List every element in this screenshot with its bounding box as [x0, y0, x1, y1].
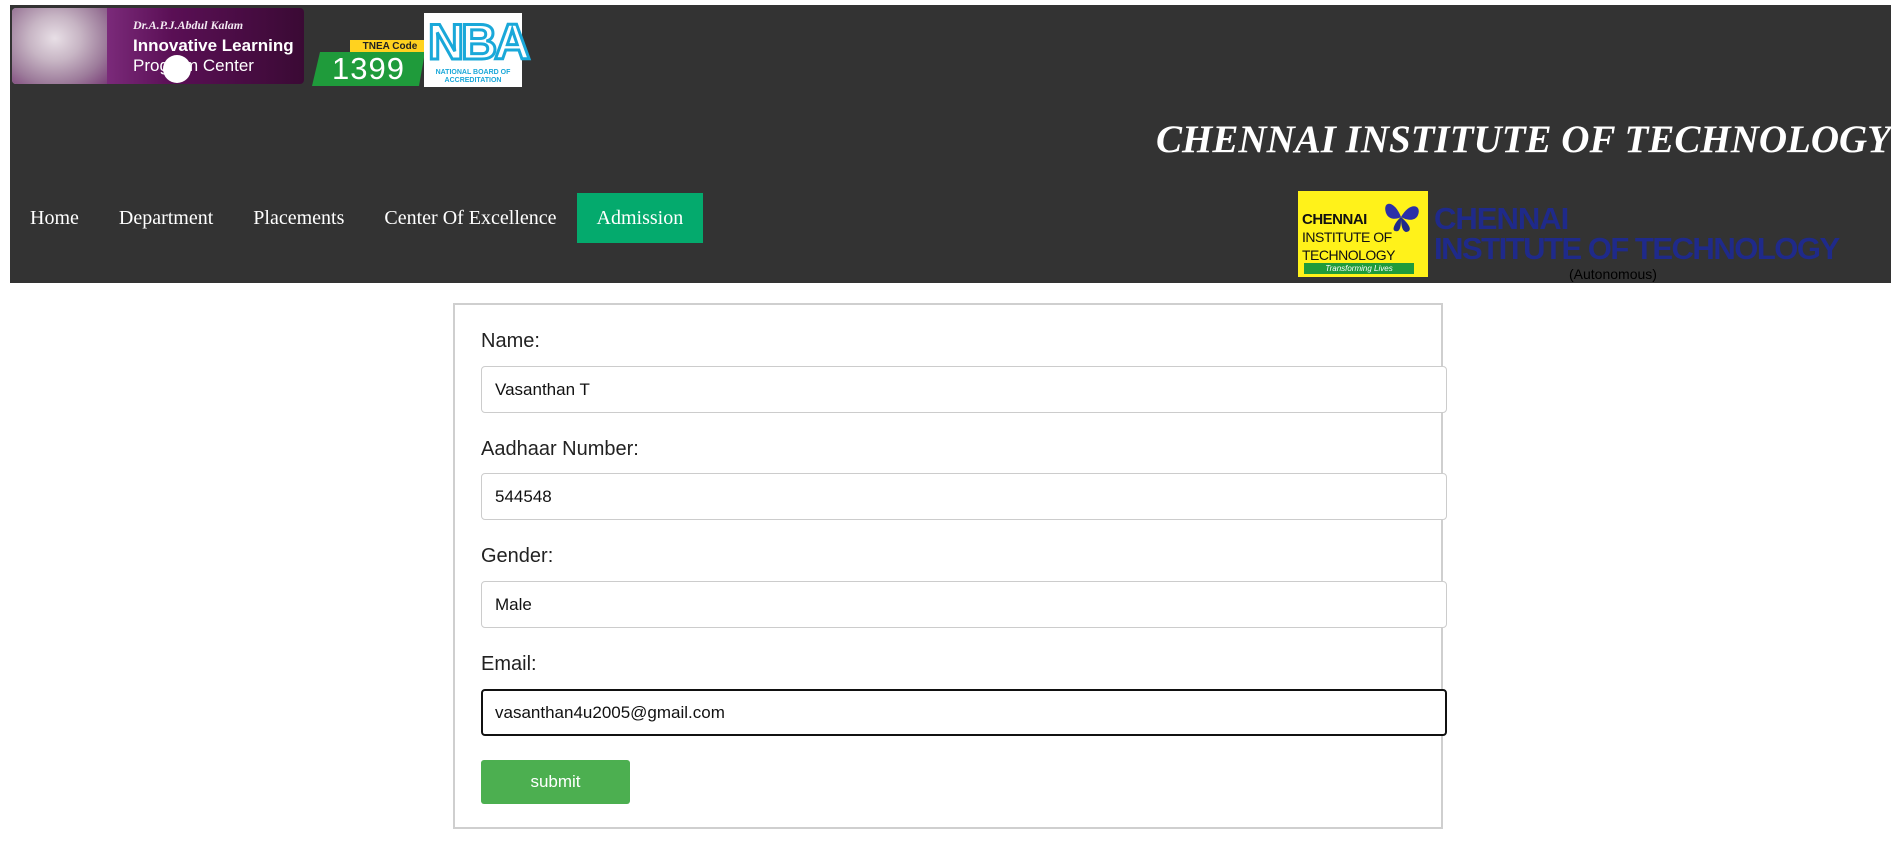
cit-emblem-line3: TECHNOLOGY	[1302, 247, 1396, 263]
gender-input[interactable]	[481, 581, 1447, 628]
college-title: CHENNAI INSTITUTE OF TECHNOLOGY	[1156, 118, 1891, 161]
submit-button[interactable]: submit	[481, 760, 630, 804]
ilpc-logo[interactable]: Dr.A.P.J.Abdul Kalam Innovative Learning…	[12, 8, 304, 84]
cit-autonomous-label: (Autonomous)	[1569, 266, 1657, 282]
nba-logo: NBA NATIONAL BOARD OF ACCREDITATION	[424, 13, 532, 87]
aadhaar-label: Aadhaar Number:	[481, 438, 639, 460]
nav-item-home[interactable]: Home	[10, 193, 99, 243]
cit-emblem-line1: CHENNAI	[1302, 211, 1367, 228]
tnea-code-number: 1399	[312, 52, 425, 86]
ilpc-logo-line2: Program Center	[133, 56, 254, 75]
email-input[interactable]	[481, 689, 1447, 736]
site-header: Dr.A.P.J.Abdul Kalam Innovative Learning…	[10, 5, 1891, 283]
cit-emblem-line2: INSTITUTE OF	[1302, 229, 1392, 245]
cit-wordmark-line1: CHENNAI	[1434, 201, 1569, 236]
email-label: Email:	[481, 653, 537, 675]
nba-logo-letters: NBA	[427, 13, 532, 72]
nav-item-admission[interactable]: Admission	[576, 193, 704, 243]
cit-wordmark-line2: INSTITUTE OF TECHNOLOGY	[1434, 231, 1840, 266]
ilpc-logo-small: Dr.A.P.J.Abdul Kalam	[133, 18, 244, 32]
tnea-code-badge: TNEA Code 1399	[312, 40, 430, 86]
name-label: Name:	[481, 330, 540, 352]
main-nav: Home Department Placements Center Of Exc…	[10, 193, 704, 243]
nav-item-placements[interactable]: Placements	[233, 193, 364, 243]
name-input[interactable]	[481, 366, 1447, 413]
nba-logo-subtitle: NATIONAL BOARD OF ACCREDITATION	[435, 69, 511, 84]
tnea-code-label: TNEA Code	[350, 40, 430, 53]
nav-item-department[interactable]: Department	[99, 193, 233, 243]
ilpc-logo-line1: Innovative Learning	[133, 36, 294, 55]
nav-item-center-of-excellence[interactable]: Center Of Excellence	[364, 193, 576, 243]
cit-emblem: CHENNAI INSTITUTE OF TECHNOLOGY Transfor…	[1298, 191, 1428, 277]
gender-label: Gender:	[481, 545, 554, 567]
admission-form: Name: Aadhaar Number: Gender: Email: sub…	[453, 303, 1447, 829]
kalam-portrait	[12, 8, 107, 84]
aadhaar-input[interactable]	[481, 473, 1447, 520]
cit-emblem-tagline: Transforming Lives	[1304, 263, 1414, 274]
mouse-cursor	[163, 55, 191, 83]
